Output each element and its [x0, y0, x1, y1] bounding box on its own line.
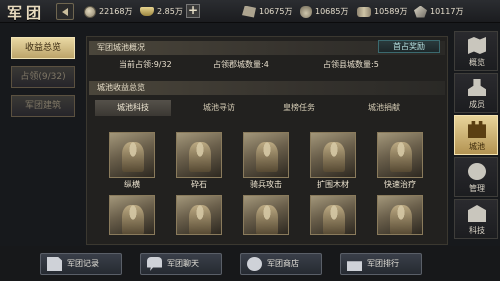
add-gold-button[interactable]: +	[186, 4, 200, 18]
prefecture-count: 占领郡城数量:4	[213, 60, 269, 69]
nav-members[interactable]: 成员	[454, 73, 498, 113]
resource-1: 10675万	[242, 4, 292, 19]
bottom-bar: 军团记录 军团聊天 军团商店 军团排行	[0, 246, 500, 281]
content-panel: 军团城池概况 首占奖励 当前占领:9/32 占领郡城数量:4 占领县城数量:5 …	[86, 36, 448, 245]
tech-card[interactable]	[243, 195, 289, 235]
resource-4: 10117万	[414, 4, 463, 19]
stone-icon	[242, 5, 256, 18]
left-menu: 收益总览 占领(9/32) 军团建筑	[0, 24, 85, 244]
castle-icon	[468, 121, 486, 138]
tech-image	[310, 195, 356, 235]
tech-card[interactable]: 骑兵攻击	[243, 132, 289, 190]
tech-image	[176, 132, 222, 178]
tech-image	[109, 132, 155, 178]
wood-icon	[357, 6, 371, 17]
tech-card[interactable]: 砕石	[176, 132, 222, 190]
tech-image	[243, 195, 289, 235]
legion-shop-button[interactable]: 军团商店	[240, 253, 322, 275]
chat-icon	[147, 257, 162, 271]
legion-chat-button[interactable]: 军团聊天	[140, 253, 222, 275]
gear-icon	[468, 163, 486, 180]
nav-cities[interactable]: 城池	[454, 115, 498, 155]
power-icon	[84, 5, 96, 18]
gold-resource: 2.85万	[140, 4, 183, 19]
menu-income-overview[interactable]: 收益总览	[11, 37, 75, 59]
tech-card[interactable]: 纵横	[109, 132, 155, 190]
resource-3: 10589万	[357, 4, 407, 19]
tab-city-visit[interactable]: 城池寻访	[181, 100, 257, 116]
legion-ranking-button[interactable]: 军团排行	[340, 253, 422, 275]
ranking-icon	[347, 261, 362, 271]
gold-ingot-icon	[140, 7, 154, 16]
tech-image	[243, 132, 289, 178]
members-icon	[468, 79, 486, 96]
tech-card[interactable]: 扩围木材	[310, 132, 356, 190]
tech-image	[109, 195, 155, 235]
nav-overview[interactable]: 概览	[454, 31, 498, 71]
current-occupied: 当前占领:9/32	[119, 60, 172, 69]
shop-icon	[247, 257, 262, 271]
menu-occupy[interactable]: 占领(9/32)	[11, 66, 75, 88]
map-icon	[468, 37, 486, 54]
tech-card[interactable]	[310, 195, 356, 235]
tab-imperial-tasks[interactable]: 皇榜任务	[261, 100, 337, 116]
tab-city-donation[interactable]: 城池捐献	[346, 100, 422, 116]
menu-legion-buildings[interactable]: 军团建筑	[11, 95, 75, 117]
top-bar: 军团 22168万 2.85万 + 10675万 10685万 10589万 1…	[0, 0, 500, 23]
legion-log-button[interactable]: 军团记录	[40, 253, 122, 275]
grain-icon	[300, 5, 312, 18]
tech-image	[310, 132, 356, 178]
right-nav: 概览 成员 城池 管理 科技	[454, 31, 498, 246]
tech-card[interactable]	[109, 195, 155, 235]
tech-image	[176, 195, 222, 235]
income-tabs: 城池科技 城池寻访 皇榜任务 城池捐献	[89, 100, 445, 116]
tab-city-tech[interactable]: 城池科技	[95, 100, 171, 116]
tech-icon	[468, 205, 486, 222]
back-button[interactable]	[56, 3, 74, 20]
page-title: 军团	[7, 4, 46, 22]
tech-image	[377, 132, 423, 178]
first-occupy-award-button[interactable]: 首占奖励	[378, 40, 440, 53]
nav-tech[interactable]: 科技	[454, 199, 498, 239]
document-icon	[47, 257, 62, 271]
power-resource: 22168万	[84, 4, 132, 19]
tech-image	[377, 195, 423, 235]
resource-2: 10685万	[300, 4, 348, 19]
county-count: 占领县城数量:5	[323, 60, 379, 69]
tech-card[interactable]	[176, 195, 222, 235]
city-income-header: 城池收益总览	[89, 81, 445, 95]
tech-card[interactable]: 快速治疗	[377, 132, 423, 190]
iron-icon	[414, 5, 427, 18]
tech-card[interactable]	[377, 195, 423, 235]
nav-management[interactable]: 管理	[454, 157, 498, 197]
